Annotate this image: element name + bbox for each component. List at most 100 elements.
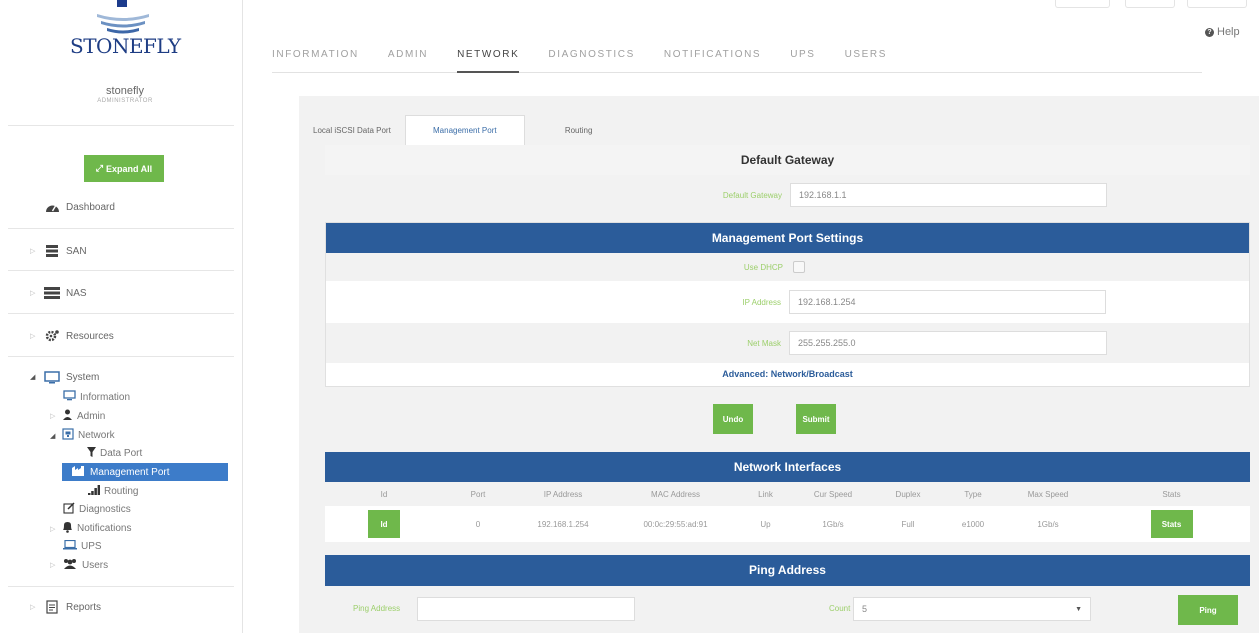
column-header: MAC Address	[651, 489, 700, 499]
tab-admin[interactable]: ADMIN	[388, 40, 428, 73]
duplex-cell: Full	[873, 506, 943, 542]
management-port-section: Management Port Settings Use DHCP IP Add…	[325, 222, 1250, 387]
ping-address-section: Ping Address Ping Address Count 5 ▼ Ping	[325, 555, 1250, 633]
sidebar-item-label: Notifications	[77, 523, 132, 534]
sidebar-item-notifications[interactable]: ▷ Notifications	[50, 521, 131, 536]
advanced-network-link[interactable]: Advanced: Network/Broadcast	[326, 363, 1249, 385]
use-dhcp-label: Use DHCP	[743, 262, 783, 272]
sidebar-item-label: Diagnostics	[79, 504, 131, 515]
count-select[interactable]: 5 ▼	[853, 597, 1091, 621]
user-icon	[62, 409, 73, 423]
sidebar-item-system[interactable]: ◢ System	[30, 370, 99, 384]
caret-right-icon: ▷	[50, 413, 56, 420]
column-header: Duplex	[895, 489, 921, 499]
sidebar-item-data-port[interactable]: Data Port	[87, 447, 142, 460]
help-label: Help	[1217, 26, 1240, 38]
gears-icon	[44, 329, 60, 343]
monitor-icon	[44, 370, 60, 384]
tab-ups[interactable]: UPS	[790, 40, 815, 73]
section-title: Management Port Settings	[326, 223, 1249, 253]
tab-diagnostics[interactable]: DIAGNOSTICS	[548, 40, 635, 73]
link-cell: Up	[738, 506, 793, 542]
sidebar-item-label: Reports	[66, 601, 102, 613]
tab-information[interactable]: INFORMATION	[272, 40, 359, 73]
section-title: Ping Address	[325, 555, 1250, 586]
top-button[interactable]	[1125, 0, 1175, 8]
tab-users[interactable]: USERS	[845, 40, 887, 73]
caret-right-icon: ▷	[30, 290, 36, 297]
submit-button[interactable]: Submit	[796, 404, 836, 434]
default-gateway-section: Default Gateway Default Gateway	[325, 145, 1250, 215]
sidebar-item-label: Information	[80, 391, 131, 403]
sidebar-item-ups[interactable]: UPS	[63, 539, 102, 553]
subtab-management-port[interactable]: Management Port	[404, 115, 525, 145]
net-mask-input[interactable]	[789, 331, 1107, 355]
sidebar-item-reports[interactable]: ▷ Reports	[30, 600, 101, 614]
sidebar-item-label: Routing	[104, 486, 139, 497]
sidebar-item-dashboard[interactable]: Dashboard	[44, 200, 115, 214]
dashboard-icon	[44, 200, 60, 214]
caret-right-icon: ▷	[30, 248, 36, 255]
edit-icon	[63, 502, 75, 517]
id-cell: Id	[325, 506, 443, 542]
users-icon	[62, 558, 78, 572]
caret-right-icon: ▷	[30, 333, 36, 340]
stats-button[interactable]: Stats	[1150, 510, 1193, 538]
undo-button[interactable]: Undo	[713, 404, 753, 434]
ping-address-label: Ping Address	[353, 604, 401, 613]
subtab-local-iscsi-data-port[interactable]: Local iSCSI Data Port	[311, 115, 405, 145]
brand-name: STONEFLY	[70, 34, 181, 58]
sidebar-item-diagnostics[interactable]: Diagnostics	[63, 502, 131, 517]
column-header: IP Address	[543, 489, 583, 499]
sidebar-item-label: Network	[78, 430, 115, 441]
sidebar-item-label: Data Port	[100, 448, 143, 459]
sidebar-item-label: Users	[82, 559, 109, 571]
sidebar-item-admin[interactable]: ▷ Admin	[50, 409, 105, 423]
user-name: stonefly	[106, 85, 144, 97]
section-title: Default Gateway	[325, 145, 1250, 175]
sidebar-item-label: UPS	[81, 541, 102, 552]
sidebar-item-label: NAS	[66, 287, 87, 299]
tab-notifications[interactable]: NOTIFICATIONS	[664, 40, 761, 73]
tab-network[interactable]: NETWORK	[457, 40, 520, 73]
document-icon	[44, 600, 60, 614]
type-cell: e1000	[943, 506, 1003, 542]
ping-button[interactable]: Ping	[1178, 595, 1238, 625]
signal-bars-icon	[88, 485, 101, 498]
interface-id-button[interactable]: Id	[368, 510, 400, 538]
max-speed-cell: 1Gb/s	[1003, 506, 1093, 542]
top-button[interactable]	[1055, 0, 1110, 8]
form-row: Default Gateway	[325, 175, 1250, 215]
expand-icon: ⤢	[95, 163, 103, 173]
table-row: Id 0 192.168.1.254 00:0c:29:55:ad:91 Up …	[325, 506, 1250, 542]
column-header: Id	[380, 489, 388, 499]
column-header: Port	[470, 489, 486, 499]
ping-address-input[interactable]	[417, 597, 635, 621]
default-gateway-input[interactable]	[790, 183, 1107, 207]
port-cell: 0	[443, 506, 513, 542]
sidebar-item-resources[interactable]: ▷ Resources	[30, 329, 114, 343]
count-value: 5	[862, 604, 868, 614]
sidebar-item-san[interactable]: ▷ SAN	[30, 244, 87, 258]
top-button[interactable]	[1187, 0, 1247, 8]
subtab-routing[interactable]: Routing	[525, 115, 607, 145]
ip-address-cell: 192.168.1.254	[513, 506, 613, 542]
bell-icon	[62, 521, 73, 536]
sidebar-item-nas[interactable]: ▷ NAS	[30, 286, 87, 300]
column-header: Cur Speed	[813, 489, 853, 499]
sidebar-item-routing[interactable]: Routing	[88, 485, 138, 498]
expand-all-button[interactable]: ⤢ Expand All	[84, 155, 164, 182]
ip-address-input[interactable]	[789, 290, 1106, 314]
database-icon	[44, 244, 60, 258]
use-dhcp-checkbox[interactable]	[793, 261, 805, 273]
sidebar-item-management-port[interactable]: Management Port	[62, 463, 228, 481]
expand-all-label: Expand All	[106, 163, 153, 174]
help-link[interactable]: ? Help	[1205, 26, 1240, 38]
sidebar-item-network[interactable]: ◢ Network	[50, 428, 115, 443]
sidebar-item-users[interactable]: ▷ Users	[50, 558, 108, 572]
server-icon	[44, 286, 60, 300]
main-tabs: INFORMATION ADMIN NETWORK DIAGNOSTICS NO…	[272, 40, 1202, 73]
form-row: Net Mask	[326, 323, 1249, 363]
sidebar-item-information[interactable]: Information	[63, 390, 130, 404]
table-header-row: Id Port IP Address MAC Address Link Cur …	[325, 482, 1250, 506]
